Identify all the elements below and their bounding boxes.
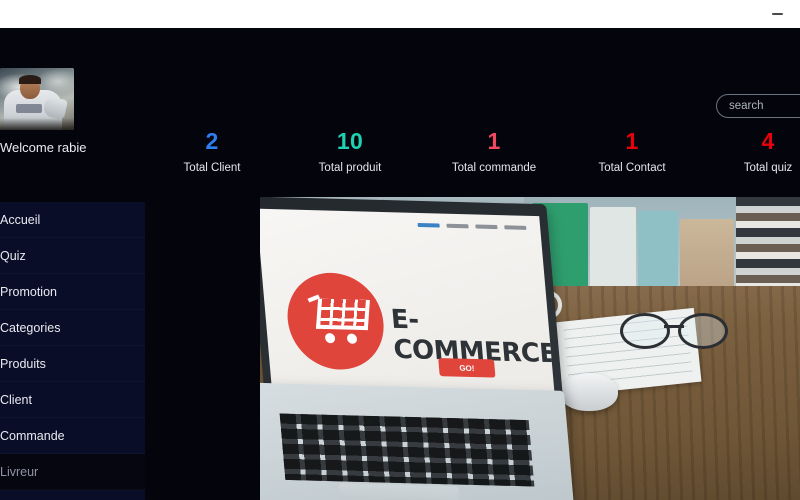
sidebar-item-contact[interactable]: Contact xyxy=(0,490,145,500)
stat-label: Total Client xyxy=(183,162,241,174)
sidebar-item-label: Commande xyxy=(0,428,65,443)
stat-card: 4 Total quiz xyxy=(708,128,800,175)
sidebar-item-label: Client xyxy=(0,392,32,407)
sidebar: Accueil Quiz Promotion Categories Produi… xyxy=(0,202,145,500)
stat-card: 1 Total commande xyxy=(424,128,564,175)
stat-value: 4 xyxy=(761,128,775,154)
browser-window: Welcome rabie 2 Total Client 10 Total pr… xyxy=(0,0,800,500)
hero-image: E-COMMERCE GO! xyxy=(260,197,800,500)
stat-card: 10 Total produit xyxy=(290,128,410,175)
sidebar-item-accueil[interactable]: Accueil xyxy=(0,202,145,238)
stat-value: 1 xyxy=(487,128,501,154)
sidebar-item-label: Promotion xyxy=(0,284,57,299)
avatar xyxy=(0,68,74,130)
laptop-screen: E-COMMERCE GO! xyxy=(260,208,556,408)
window-titlebar xyxy=(0,0,800,28)
sidebar-item-promotion[interactable]: Promotion xyxy=(0,274,145,310)
sidebar-item-categories[interactable]: Categories xyxy=(0,310,145,346)
glasses-icon xyxy=(620,313,728,349)
sidebar-item-label: Livreur xyxy=(0,464,39,479)
stat-card: 1 Total Contact xyxy=(572,128,692,175)
search-box[interactable] xyxy=(716,94,800,118)
sidebar-item-livreur[interactable]: Livreur xyxy=(0,454,145,490)
dashboard-header: Welcome rabie 2 Total Client 10 Total pr… xyxy=(0,28,800,180)
minimize-icon[interactable] xyxy=(762,0,792,28)
sidebar-item-produits[interactable]: Produits xyxy=(0,346,145,382)
stat-label: Total Contact xyxy=(598,162,666,174)
app-viewport: Welcome rabie 2 Total Client 10 Total pr… xyxy=(0,28,800,500)
stat-label: Total commande xyxy=(451,162,537,174)
stats-row: 2 Total Client 10 Total produit 1 Total … xyxy=(152,128,800,190)
go-button: GO! xyxy=(438,358,496,378)
sidebar-item-commande[interactable]: Commande xyxy=(0,418,145,454)
sidebar-item-label: Categories xyxy=(0,320,61,335)
stat-label: Total quiz xyxy=(743,162,793,174)
stat-value: 10 xyxy=(336,128,364,154)
scroll-content: Welcome rabie 2 Total Client 10 Total pr… xyxy=(0,28,800,500)
stat-value: 2 xyxy=(205,128,219,154)
stat-label: Total produit xyxy=(318,162,382,174)
sidebar-item-label: Produits xyxy=(0,356,46,371)
search-input[interactable] xyxy=(716,94,800,118)
laptop: E-COMMERCE GO! xyxy=(260,197,575,500)
sidebar-item-client[interactable]: Client xyxy=(0,382,145,418)
sidebar-item-label: Quiz xyxy=(0,248,26,263)
sidebar-item-quiz[interactable]: Quiz xyxy=(0,238,145,274)
sidebar-item-label: Accueil xyxy=(0,212,41,227)
site-nav xyxy=(417,222,527,230)
stat-card: 2 Total Client xyxy=(152,128,272,175)
stat-value: 1 xyxy=(625,128,639,154)
shopping-cart-icon xyxy=(307,294,370,344)
profile-block xyxy=(0,68,74,130)
